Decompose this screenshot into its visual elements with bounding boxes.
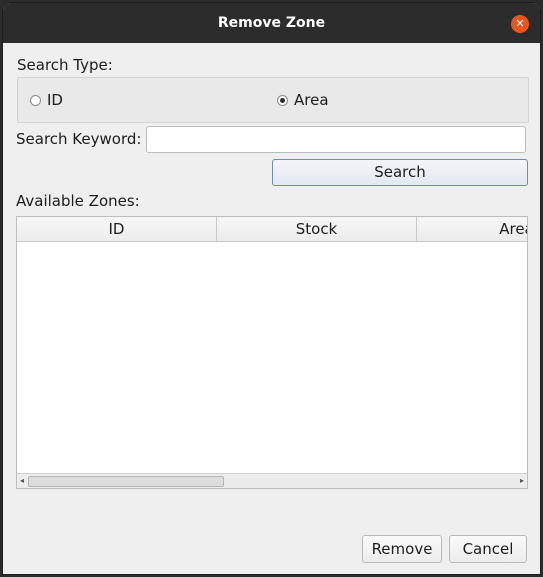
table-header: ID Stock Area [17, 217, 527, 242]
search-keyword-input[interactable] [146, 126, 526, 153]
table-body[interactable] [17, 242, 527, 474]
scroll-right-icon[interactable]: ▸ [517, 474, 527, 487]
horizontal-scrollbar[interactable]: ◂ ▸ [17, 473, 527, 488]
column-header-id[interactable]: ID [17, 217, 217, 241]
zones-table[interactable]: ID Stock Area ◂ ▸ [16, 216, 528, 489]
search-button[interactable]: Search [272, 159, 528, 186]
search-type-label: Search Type: [17, 56, 113, 74]
search-keyword-label: Search Keyword: [16, 130, 142, 148]
radio-area-indicator[interactable] [277, 94, 288, 106]
column-header-stock[interactable]: Stock [217, 217, 417, 241]
radio-id-indicator[interactable] [30, 94, 41, 106]
close-icon[interactable]: ✕ [511, 15, 529, 33]
cancel-button[interactable]: Cancel [449, 535, 527, 563]
title-bar[interactable]: Remove Zone ✕ [3, 3, 540, 43]
scroll-left-icon[interactable]: ◂ [17, 474, 27, 487]
radio-area-label: Area [294, 91, 329, 109]
radio-id-label: ID [47, 91, 63, 109]
radio-id[interactable]: ID [30, 91, 63, 109]
available-zones-label: Available Zones: [16, 192, 140, 210]
radio-area[interactable]: Area [277, 91, 329, 109]
scrollbar-thumb[interactable] [28, 476, 224, 487]
remove-button[interactable]: Remove [362, 535, 442, 563]
column-header-area[interactable]: Area [417, 217, 527, 241]
window-title: Remove Zone [217, 15, 326, 31]
remove-zone-dialog: Remove Zone ✕ Search Type: ID Area Searc… [2, 2, 541, 575]
search-type-group: ID Area [17, 77, 529, 123]
